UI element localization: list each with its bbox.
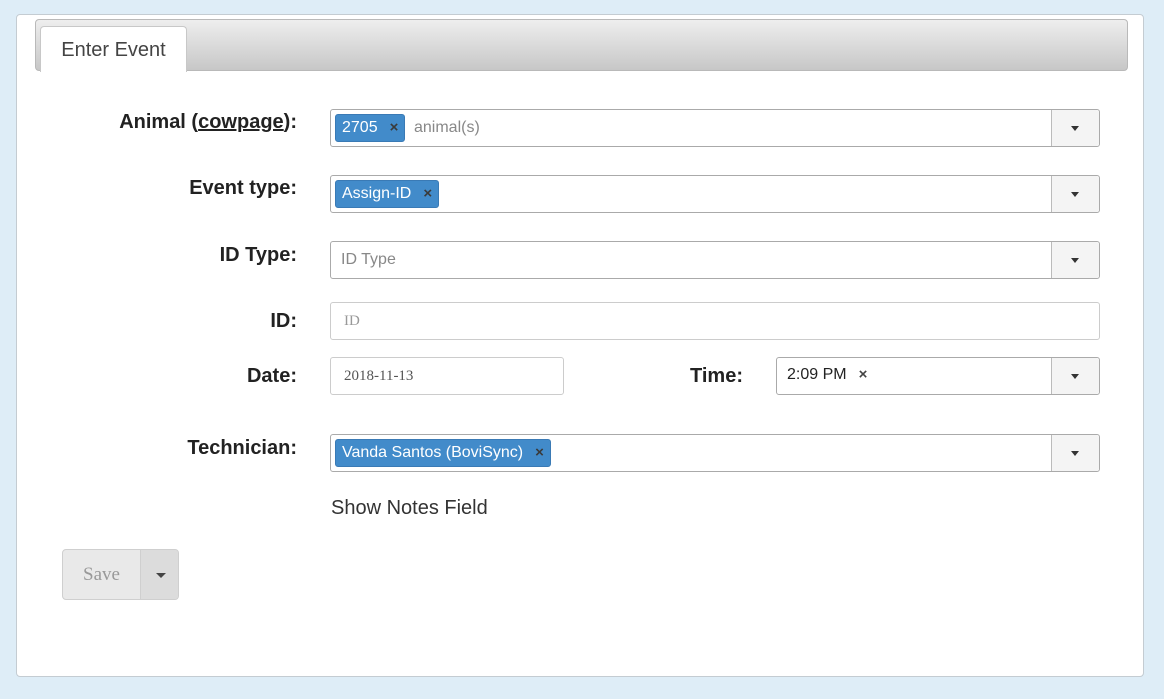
id-type-placeholder: ID Type [341,251,396,268]
event-type-chip-label: Assign-ID [342,185,412,202]
time-value-text: 2:09 PM [787,366,847,383]
technician-chip-label: Vanda Santos (BoviSync) [342,444,524,461]
cowpage-link[interactable]: cowpage [198,111,284,133]
remove-technician-chip-icon[interactable]: × [535,440,544,466]
time-value: 2:09 PM × [787,358,867,392]
date-label: Date: [246,365,297,387]
animal-label: Animal (cowpage): [77,111,297,134]
time-dropdown-toggle[interactable] [1051,358,1099,394]
chevron-down-icon [1071,374,1079,379]
chevron-down-icon [1071,451,1079,456]
animal-dropdown-toggle[interactable] [1051,110,1099,146]
remove-animal-chip-icon[interactable]: × [390,115,399,141]
id-label: ID: [270,310,297,332]
event-type-dropdown-toggle[interactable] [1051,176,1099,212]
chevron-down-icon [1071,258,1079,263]
animal-placeholder: animal(s) [414,119,480,136]
animal-chip: 2705 × [335,114,406,142]
save-button-group: Save [62,549,179,600]
animal-label-suffix: ): [283,111,297,133]
caret-down-icon [156,573,166,578]
animal-select[interactable]: 2705 × animal(s) [330,109,1100,147]
chevron-down-icon [1071,126,1079,131]
tab-enter-event[interactable]: Enter Event [40,26,187,72]
time-label: Time: [690,365,743,387]
clear-time-icon[interactable]: × [859,366,868,383]
date-input[interactable]: 2018-11-13 [330,357,564,395]
technician-select[interactable]: Vanda Santos (BoviSync) × [330,434,1100,472]
event-type-chip: Assign-ID × [335,180,440,208]
technician-chip: Vanda Santos (BoviSync) × [335,439,551,467]
remove-event-type-chip-icon[interactable]: × [423,181,432,207]
event-type-select[interactable]: Assign-ID × [330,175,1100,213]
tab-bar: Enter Event [35,19,1128,72]
time-select[interactable]: 2:09 PM × [776,357,1100,395]
id-type-select[interactable]: ID Type [330,241,1100,279]
show-notes-link[interactable]: Show Notes Field [331,497,488,520]
id-type-label: ID Type: [219,244,297,266]
event-type-label: Event type: [189,177,297,199]
animal-chip-label: 2705 [342,119,378,136]
save-button[interactable]: Save [63,550,140,599]
id-input[interactable]: ID [330,302,1100,340]
chevron-down-icon [1071,192,1079,197]
technician-label: Technician: [187,437,297,459]
technician-dropdown-toggle[interactable] [1051,435,1099,471]
save-options-toggle[interactable] [140,550,178,599]
id-type-dropdown-toggle[interactable] [1051,242,1099,278]
animal-label-text: Animal ( [119,111,199,133]
event-panel: Enter Event Animal (cowpage): 2705 × anim… [16,14,1144,677]
